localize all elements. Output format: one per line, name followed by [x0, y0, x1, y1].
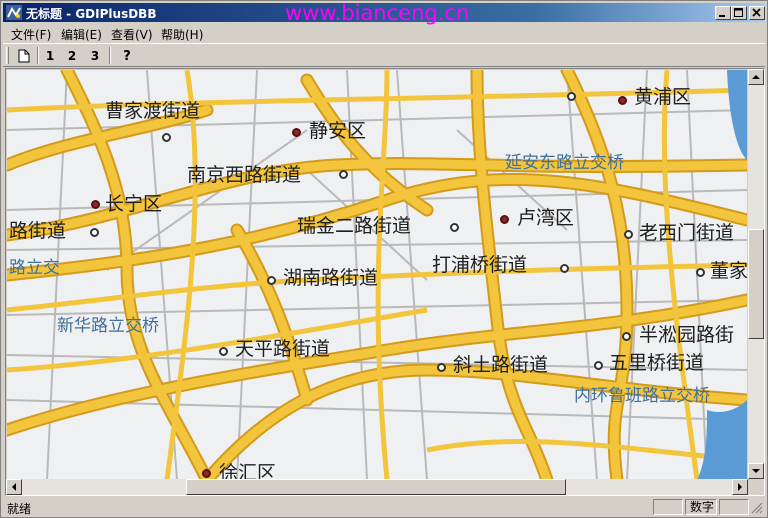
maximize-button[interactable]	[731, 6, 747, 20]
map-marker	[696, 268, 705, 277]
vertical-scroll-thumb[interactable]	[748, 229, 764, 339]
place-label: 曹家渡街道	[105, 100, 201, 122]
place-label: 五里桥街道	[609, 352, 705, 374]
map-marker	[450, 223, 459, 232]
scrollbar-corner	[748, 479, 764, 495]
menu-help[interactable]: 帮助(H)	[161, 26, 203, 43]
place-label: 天平路街道	[235, 338, 331, 360]
app-icon	[6, 5, 22, 20]
scroll-down-button[interactable]	[748, 463, 764, 479]
place-label: 斜土路街道	[453, 354, 549, 376]
menu-bar: 文件(F) 编辑(E) 查看(V) 帮助(H)	[3, 23, 765, 42]
place-label: 新华路立交桥	[57, 316, 159, 336]
arrow-left-icon	[12, 483, 16, 491]
window-title: 无标题 - GDIPlusDBB	[26, 7, 157, 21]
map-marker	[267, 276, 276, 285]
menu-edit[interactable]: 编辑(E)	[61, 26, 102, 43]
watermark-text: www.bianceng.cn	[285, 1, 470, 25]
toolbar-button-3[interactable]: 3	[84, 46, 106, 66]
arrow-right-icon	[738, 483, 742, 491]
place-label: 内环鲁班路立交桥	[574, 386, 710, 406]
map-marker	[594, 361, 603, 370]
new-button[interactable]	[13, 46, 35, 66]
status-bar: 就绪 数字	[3, 498, 765, 516]
place-label: 老西门街道	[639, 222, 735, 244]
map-marker	[91, 200, 100, 209]
arrow-down-icon	[752, 469, 760, 473]
status-text: 就绪	[7, 502, 32, 516]
new-document-icon	[18, 49, 30, 63]
map-marker	[162, 133, 171, 142]
map-marker	[567, 92, 576, 101]
title-bar[interactable]: 无标题 - GDIPlusDBB www.bianceng.cn	[3, 1, 765, 25]
map-marker	[624, 230, 633, 239]
map-marker	[339, 170, 348, 179]
toolbar-button-2[interactable]: 2	[61, 46, 83, 66]
map-view[interactable]: 曹家渡街道 静安区 南京西路街道 延安东路立交桥 长宁区 路街道 瑞金二路街道 …	[7, 70, 747, 480]
status-pane-scroll	[719, 499, 749, 515]
place-label: 路立交	[9, 258, 60, 278]
map-marker	[202, 469, 211, 478]
client-area: 曹家渡街道 静安区 南京西路街道 延安东路立交桥 长宁区 路街道 瑞金二路街道 …	[5, 68, 765, 496]
place-label: 瑞金二路街道	[297, 215, 412, 237]
help-icon: ?	[123, 48, 131, 64]
maximize-icon	[734, 8, 743, 17]
place-label: 董家	[710, 260, 747, 282]
place-label: 静安区	[309, 120, 367, 142]
toolbar-grip[interactable]	[6, 47, 9, 64]
menu-view[interactable]: 查看(V)	[111, 26, 153, 43]
map-marker	[292, 128, 301, 137]
arrow-up-icon	[752, 75, 760, 79]
map-marker	[560, 264, 569, 273]
place-label: 湖南路街道	[283, 267, 379, 289]
scroll-up-button[interactable]	[748, 69, 764, 85]
place-label: 黄浦区	[634, 86, 692, 108]
map-marker	[90, 228, 99, 237]
toolbar-separator	[109, 47, 111, 64]
place-label: 延安东路立交桥	[505, 153, 624, 173]
minimize-button[interactable]	[715, 6, 731, 20]
vertical-scrollbar[interactable]	[748, 69, 764, 479]
help-button[interactable]: ?	[116, 46, 138, 66]
map-marker	[500, 215, 509, 224]
place-label: 卢湾区	[517, 207, 575, 229]
place-label: 南京西路街道	[187, 164, 302, 186]
horizontal-scrollbar[interactable]	[6, 479, 748, 495]
place-label: 半淞园路街	[639, 324, 735, 346]
minimize-icon	[719, 15, 725, 17]
toolbar-button-1[interactable]: 1	[39, 46, 61, 66]
close-button[interactable]	[749, 6, 765, 20]
map-marker	[618, 96, 627, 105]
map-marker	[622, 332, 631, 341]
status-pane-caps	[653, 499, 683, 515]
place-label: 长宁区	[105, 193, 163, 215]
menu-file[interactable]: 文件(F)	[11, 26, 51, 43]
resize-grip-icon[interactable]	[751, 502, 763, 514]
map-marker	[437, 363, 446, 372]
place-label: 打浦桥街道	[432, 254, 528, 276]
place-label: 路街道	[9, 220, 67, 242]
toolbar: 1 2 3 ?	[3, 43, 765, 67]
place-label: 徐汇区	[219, 462, 277, 480]
scroll-right-button[interactable]	[732, 479, 748, 495]
close-icon	[752, 8, 761, 17]
map-marker	[219, 347, 228, 356]
horizontal-scroll-thumb[interactable]	[186, 479, 566, 495]
scroll-left-button[interactable]	[6, 479, 22, 495]
app-window: 无标题 - GDIPlusDBB www.bianceng.cn 文件(F) 编…	[0, 0, 768, 518]
status-pane-num: 数字	[685, 499, 717, 515]
